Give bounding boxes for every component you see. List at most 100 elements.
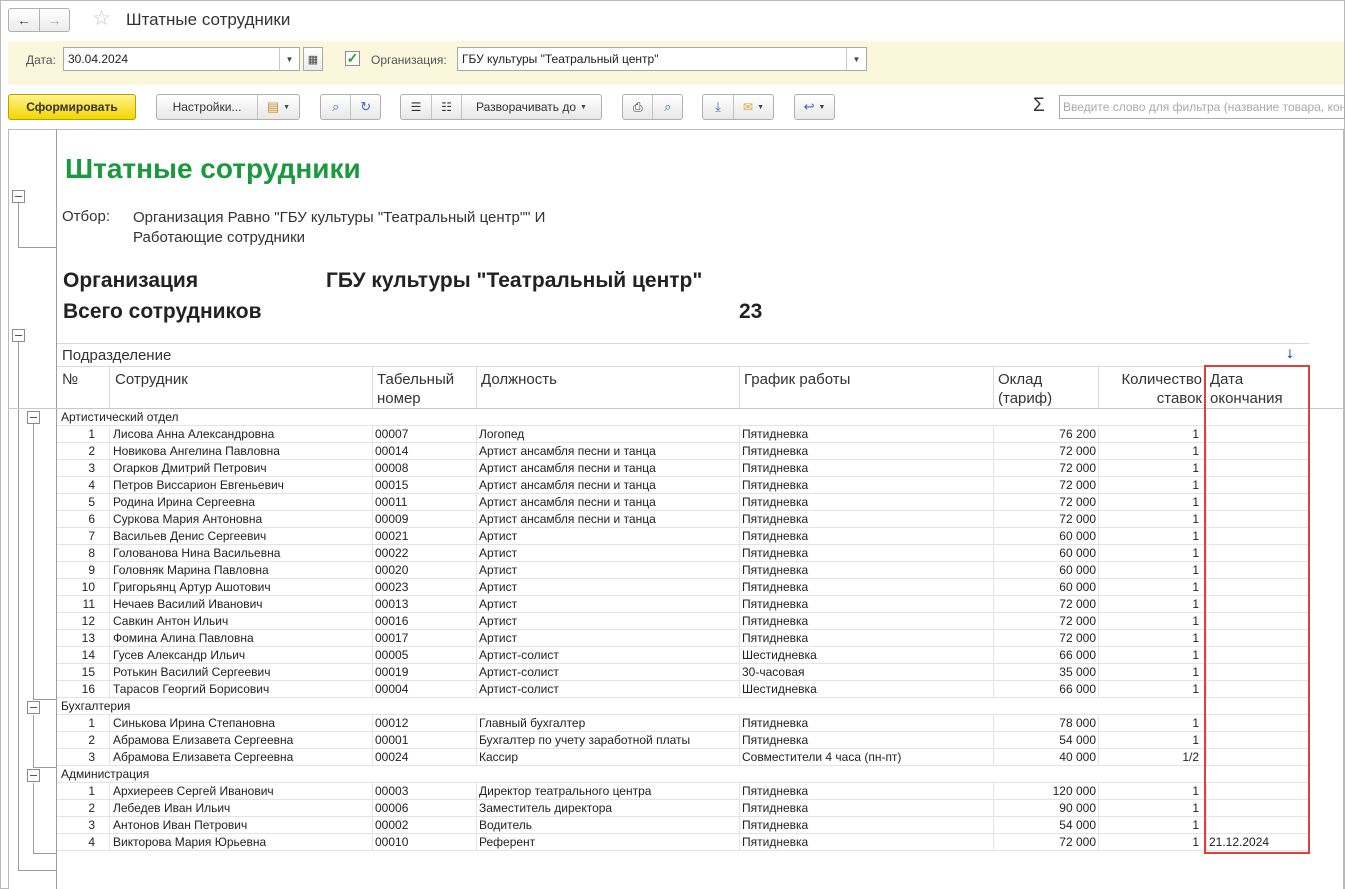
collapse-group-button[interactable] xyxy=(27,769,40,782)
table-row[interactable]: 4 Петров Виссарион Евгеньевич 00015 Артист … xyxy=(57,477,1309,494)
position: Артист ансамбля песни и танца xyxy=(479,461,656,475)
table-row[interactable]: 2 Лебедев Иван Ильич 00006 Заместитель дире… xyxy=(57,800,1309,817)
cell-divider xyxy=(1098,562,1099,579)
tab-number: 00010 xyxy=(375,835,409,849)
table-row[interactable]: 14 Гусев Александр Ильич 00005 Артист-солис… xyxy=(57,647,1309,664)
report-area: Штатные сотрудники Отбор: Организация Ра… xyxy=(8,129,1344,889)
header-line-text: Оклад xyxy=(998,371,1043,388)
search-input[interactable]: Введите слово для фильтра (название това… xyxy=(1059,95,1345,119)
table-row[interactable]: 3 Огарков Дмитрий Петрович 00008 Артист анс… xyxy=(57,460,1309,477)
sum-icon[interactable]: Σ xyxy=(1033,95,1045,117)
find-button[interactable]: ⌕ xyxy=(321,95,350,119)
chevron-down-icon[interactable]: ▼ xyxy=(279,48,299,70)
cell-divider xyxy=(476,664,477,681)
back-button[interactable]: ← xyxy=(9,9,39,31)
expand-to-button[interactable]: Разворачивать до ▼ xyxy=(461,95,601,119)
calendar-button[interactable]: ▦ xyxy=(303,47,323,71)
table-row[interactable]: 1 Синькова Ирина Степановна 00012 Главный б… xyxy=(57,715,1309,732)
collapse-groups-button[interactable]: ☰ xyxy=(401,95,431,119)
rate: 1 xyxy=(1192,631,1199,645)
table-row[interactable]: 16 Тарасов Георгий Борисович 00004 Артист-с… xyxy=(57,681,1309,698)
print-preview-button[interactable]: ⌕ xyxy=(652,95,682,119)
group-bracket-line xyxy=(33,699,56,700)
group-bracket-line xyxy=(18,337,19,870)
table-row[interactable]: 3 Антонов Иван Петрович 00002 Водитель Пятид… xyxy=(57,817,1309,834)
organization-name: ГБУ культуры "Театральный центр" xyxy=(326,269,703,292)
cell-divider xyxy=(372,511,373,528)
send-email-button[interactable]: ✉ ▼ xyxy=(733,95,773,119)
print-button[interactable]: ⎙ xyxy=(623,95,652,119)
row-number: 9 xyxy=(88,563,95,577)
cell-divider xyxy=(109,749,110,766)
position: Артист-солист xyxy=(479,682,559,696)
table-row[interactable]: 13 Фомина Алина Павловна 00017 Артист Пятидн… xyxy=(57,630,1309,647)
date-field[interactable]: 30.04.2024 ▼ xyxy=(63,47,300,71)
table-row[interactable]: 2 Новикова Ангелина Павловна 00014 Артист а… xyxy=(57,443,1309,460)
forward-button[interactable]: → xyxy=(39,9,69,31)
table-row[interactable]: 7 Васильев Денис Сергеевич 00021 Артист Пяти… xyxy=(57,528,1309,545)
find-next-button[interactable]: ↻ xyxy=(350,95,380,119)
rate: 1 xyxy=(1192,835,1199,849)
cell-divider xyxy=(476,460,477,477)
tab-number: 00007 xyxy=(375,427,409,441)
cell-divider xyxy=(372,834,373,851)
cell-divider xyxy=(993,749,994,766)
cell-divider xyxy=(1098,834,1099,851)
table-row[interactable]: 10 Григорьянц Артур Ашотович 00023 Артист Пя… xyxy=(57,579,1309,596)
organization-field[interactable]: ГБУ культуры "Театральный центр" ▼ xyxy=(457,47,867,71)
salary: 72 000 xyxy=(1059,512,1096,526)
filter-line: Организация Равно "ГБУ культуры "Театрал… xyxy=(133,209,546,226)
group-row[interactable]: Артистический отдел xyxy=(57,409,1309,426)
collapse-header-button[interactable] xyxy=(12,190,25,203)
table-row[interactable]: 8 Голованова Нина Васильевна 00022 Артист Пя… xyxy=(57,545,1309,562)
end-date-highlight xyxy=(1204,365,1310,854)
cell-divider xyxy=(109,681,110,698)
variants-button[interactable]: ▤ ▼ xyxy=(257,95,299,119)
row-number: 3 xyxy=(88,750,95,764)
cell-divider xyxy=(372,443,373,460)
table-row[interactable]: 3 Абрамова Елизавета Сергеевна 00024 Кассир… xyxy=(57,749,1309,766)
collapse-group-button[interactable] xyxy=(27,411,40,424)
collapse-report-button[interactable] xyxy=(12,329,25,342)
position: Артист xyxy=(479,597,518,611)
more-actions-button[interactable]: ↩ ▼ xyxy=(795,95,834,119)
table-row[interactable]: 1 Архиереев Сергей Иванович 00003 Директор … xyxy=(57,783,1309,800)
table-row[interactable]: 15 Ротькин Василий Сергеевич 00019 Артист-с… xyxy=(57,664,1309,681)
salary: 72 000 xyxy=(1059,495,1096,509)
cell-divider xyxy=(1098,647,1099,664)
save-button[interactable]: ⤓ xyxy=(703,95,733,119)
row-number: 1 xyxy=(88,427,95,441)
collapse-group-button[interactable] xyxy=(27,701,40,714)
salary: 72 000 xyxy=(1059,631,1096,645)
chevron-down-icon[interactable]: ▼ xyxy=(846,48,866,70)
cell-divider xyxy=(109,426,110,443)
organization-checkbox[interactable]: ✓ xyxy=(345,51,360,66)
cell-divider xyxy=(739,630,740,647)
cell-divider xyxy=(739,834,740,851)
return-arrow-icon: ↩ xyxy=(803,99,815,114)
table-row[interactable]: 4 Викторова Мария Юрьевна 00010 Референт Пят… xyxy=(57,834,1309,851)
settings-button[interactable]: Настройки... xyxy=(157,95,257,119)
schedule: Пятидневка xyxy=(742,597,809,611)
table-row[interactable]: 2 Абрамова Елизавета Сергеевна 00001 Бухгал… xyxy=(57,732,1309,749)
table-row[interactable]: 12 Савкин Антон Ильич 00016 Артист Пятидневк… xyxy=(57,613,1309,630)
row-number: 14 xyxy=(81,648,95,662)
column-divider xyxy=(739,367,740,408)
expand-groups-button[interactable]: ☷ xyxy=(431,95,461,119)
table-row[interactable]: 1 Лисова Анна Александровна 00007 Логопед Пя… xyxy=(57,426,1309,443)
generate-button[interactable]: Сформировать xyxy=(8,94,136,120)
tab-number: 00003 xyxy=(375,784,409,798)
star-icon[interactable]: ☆ xyxy=(92,8,111,30)
position: Директор театрального центра xyxy=(479,784,652,798)
table-row[interactable]: 6 Суркова Мария Антоновна 00009 Артист анса… xyxy=(57,511,1309,528)
sort-icon[interactable]: ⭣ xyxy=(1287,346,1293,362)
rate: 1 xyxy=(1192,648,1199,662)
table-row[interactable]: 9 Головняк Марина Павловна 00020 Артист Пяти… xyxy=(57,562,1309,579)
table-row[interactable]: 5 Родина Ирина Сергеевна 00011 Артист ансам… xyxy=(57,494,1309,511)
column-divider xyxy=(1098,367,1099,408)
cell-divider xyxy=(372,477,373,494)
table-row[interactable]: 11 Нечаев Василий Иванович 00013 Артист Пяти… xyxy=(57,596,1309,613)
group-row[interactable]: Бухгалтерия xyxy=(57,698,1309,715)
group-row[interactable]: Администрация xyxy=(57,766,1309,783)
group-bracket-line xyxy=(18,199,19,248)
